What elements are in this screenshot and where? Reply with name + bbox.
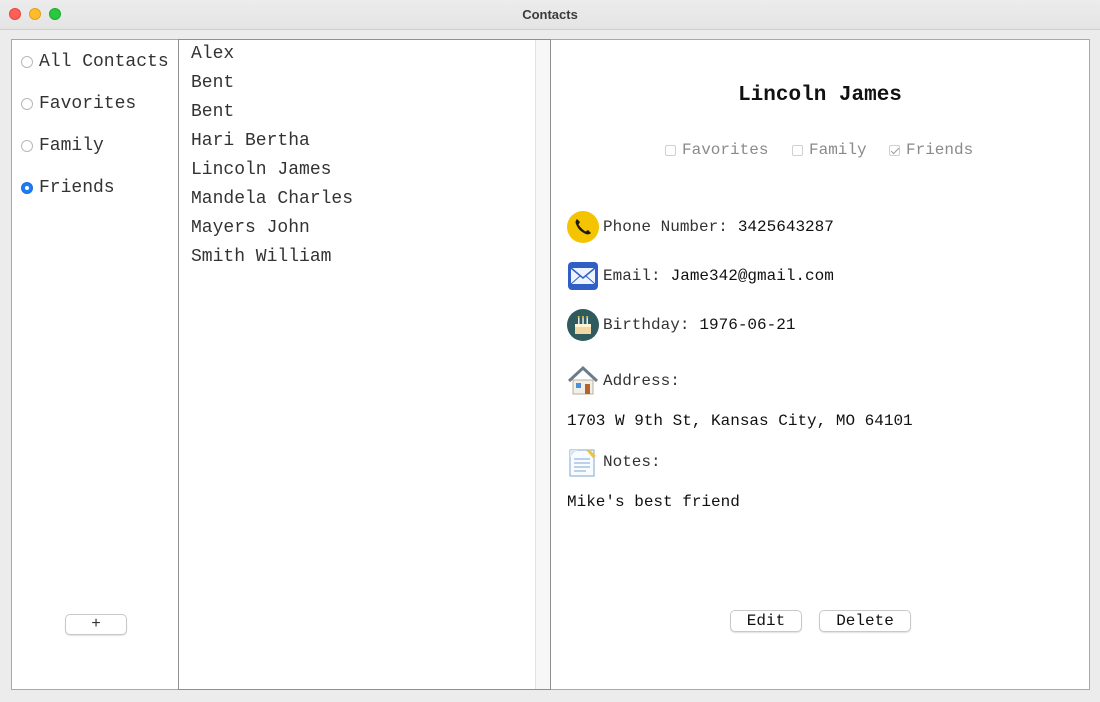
edit-button[interactable]: Edit <box>730 610 802 632</box>
phone-icon <box>567 211 599 243</box>
phone-value: 3425643287 <box>737 218 834 236</box>
phone-row: Phone Number: 3425643287 <box>567 210 834 244</box>
add-contact-button[interactable]: + <box>65 614 127 635</box>
radio-favorites[interactable] <box>21 98 33 110</box>
list-item[interactable]: Mayers John <box>191 214 310 242</box>
email-value: Jame342@gmail.com <box>670 267 834 285</box>
address-label: Address: <box>603 372 680 390</box>
group-label: Favorites <box>39 94 137 114</box>
radio-family[interactable] <box>21 140 33 152</box>
list-item[interactable]: Smith William <box>191 243 331 271</box>
birthday-value: 1976-06-21 <box>699 316 796 334</box>
contacts-window: Contacts All Contacts Favorites Family F… <box>0 0 1100 702</box>
phone-label: Phone Number: <box>603 218 728 236</box>
family-checkbox[interactable] <box>792 144 803 156</box>
window-title: Contacts <box>522 7 578 22</box>
radio-friends[interactable] <box>21 182 33 194</box>
notes-row: Notes: <box>567 445 661 479</box>
envelope-icon <box>567 260 599 292</box>
house-icon <box>567 365 599 397</box>
list-item[interactable]: Bent <box>191 98 234 126</box>
birthday-row: Birthday: 1976-06-21 <box>567 308 795 342</box>
tag-label: Favorites <box>682 141 769 159</box>
list-item[interactable]: Lincoln James <box>191 156 331 184</box>
list-item[interactable]: Mandela Charles <box>191 185 353 213</box>
group-sidebar: All Contacts Favorites Family Friends + <box>11 39 178 690</box>
list-item[interactable]: Bent <box>191 69 234 97</box>
tag-friends[interactable]: Friends <box>889 140 973 160</box>
email-label: Email: <box>603 267 661 285</box>
group-option-family[interactable]: Family <box>21 134 104 158</box>
tag-label: Friends <box>906 141 974 159</box>
delete-button[interactable]: Delete <box>819 610 911 632</box>
title-bar[interactable]: Contacts <box>0 0 1100 30</box>
group-option-all-contacts[interactable]: All Contacts <box>21 50 169 74</box>
favorites-checkbox[interactable] <box>665 144 676 156</box>
list-item[interactable]: Alex <box>191 40 234 68</box>
address-value: 1703 W 9th St, Kansas City, MO 64101 <box>567 412 913 430</box>
tag-label: Family <box>809 141 867 159</box>
group-label: All Contacts <box>39 52 169 72</box>
list-scrollbar[interactable] <box>535 40 550 689</box>
contact-name: Lincoln James <box>738 84 902 107</box>
group-label: Friends <box>39 178 115 198</box>
list-item[interactable]: Hari Bertha <box>191 127 310 155</box>
contact-detail: Lincoln James Favorites Family Friends P… <box>551 39 1090 690</box>
contact-list: Alex Bent Bent Hari Bertha Lincoln James… <box>178 39 551 690</box>
group-option-friends[interactable]: Friends <box>21 176 115 200</box>
notes-value: Mike's best friend <box>567 493 740 511</box>
radio-all-contacts[interactable] <box>21 56 33 68</box>
notepad-icon <box>567 446 599 478</box>
email-row: Email: Jame342@gmail.com <box>567 259 834 293</box>
group-label: Family <box>39 136 104 156</box>
notes-label: Notes: <box>603 453 661 471</box>
friends-checkbox[interactable] <box>889 144 900 156</box>
cake-icon <box>567 309 599 341</box>
group-option-favorites[interactable]: Favorites <box>21 92 136 116</box>
tag-family[interactable]: Family <box>792 140 867 160</box>
address-row: Address: <box>567 364 680 398</box>
window-content: All Contacts Favorites Family Friends + … <box>0 30 1100 702</box>
tag-favorites[interactable]: Favorites <box>665 140 768 160</box>
birthday-label: Birthday: <box>603 316 690 334</box>
